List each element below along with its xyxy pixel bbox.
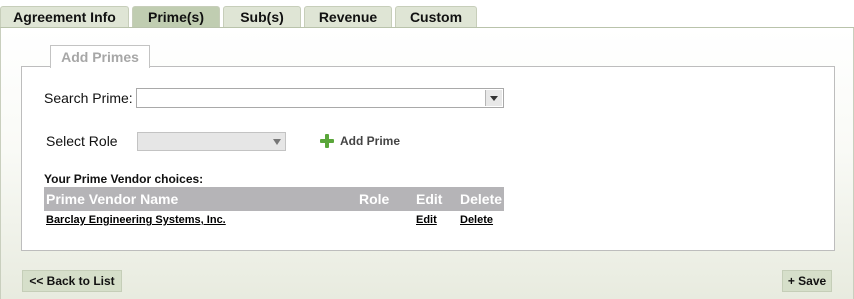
panel-legend: Add Primes	[50, 45, 150, 68]
chevron-down-icon	[273, 139, 281, 145]
tab-revenue[interactable]: Revenue	[304, 6, 392, 28]
edit-link[interactable]: Edit	[416, 212, 437, 228]
back-to-list-button[interactable]: << Back to List	[22, 270, 122, 292]
delete-link[interactable]: Delete	[460, 212, 493, 228]
table-header: Prime Vendor Name Role Edit Delete	[44, 187, 504, 211]
tab-subs[interactable]: Sub(s)	[223, 6, 301, 28]
col-edit: Edit	[416, 191, 443, 207]
search-prime-value	[137, 91, 140, 105]
select-role-dropdown[interactable]	[137, 132, 286, 151]
col-prime-vendor-name: Prime Vendor Name	[46, 191, 179, 207]
col-role: Role	[359, 191, 390, 207]
search-prime-combobox[interactable]	[136, 88, 504, 108]
tab-bar: Agreement Info Prime(s) Sub(s) Revenue C…	[0, 6, 854, 28]
search-prime-label: Search Prime:	[44, 90, 133, 106]
add-prime-label: Add Prime	[340, 134, 401, 148]
tab-agreement-info[interactable]: Agreement Info	[0, 6, 129, 28]
tab-custom[interactable]: Custom	[395, 6, 477, 28]
plus-icon	[319, 133, 335, 149]
table-row: Barclay Engineering Systems, Inc. Edit D…	[44, 212, 504, 230]
select-role-label: Select Role	[46, 133, 118, 149]
col-delete: Delete	[460, 191, 503, 207]
save-button[interactable]: + Save	[782, 270, 832, 292]
prime-vendor-choices-title: Your Prime Vendor choices:	[44, 172, 204, 186]
tab-primes[interactable]: Prime(s)	[132, 6, 220, 28]
vendor-name-link[interactable]: Barclay Engineering Systems, Inc.	[46, 212, 226, 228]
chevron-down-icon[interactable]	[485, 90, 502, 106]
